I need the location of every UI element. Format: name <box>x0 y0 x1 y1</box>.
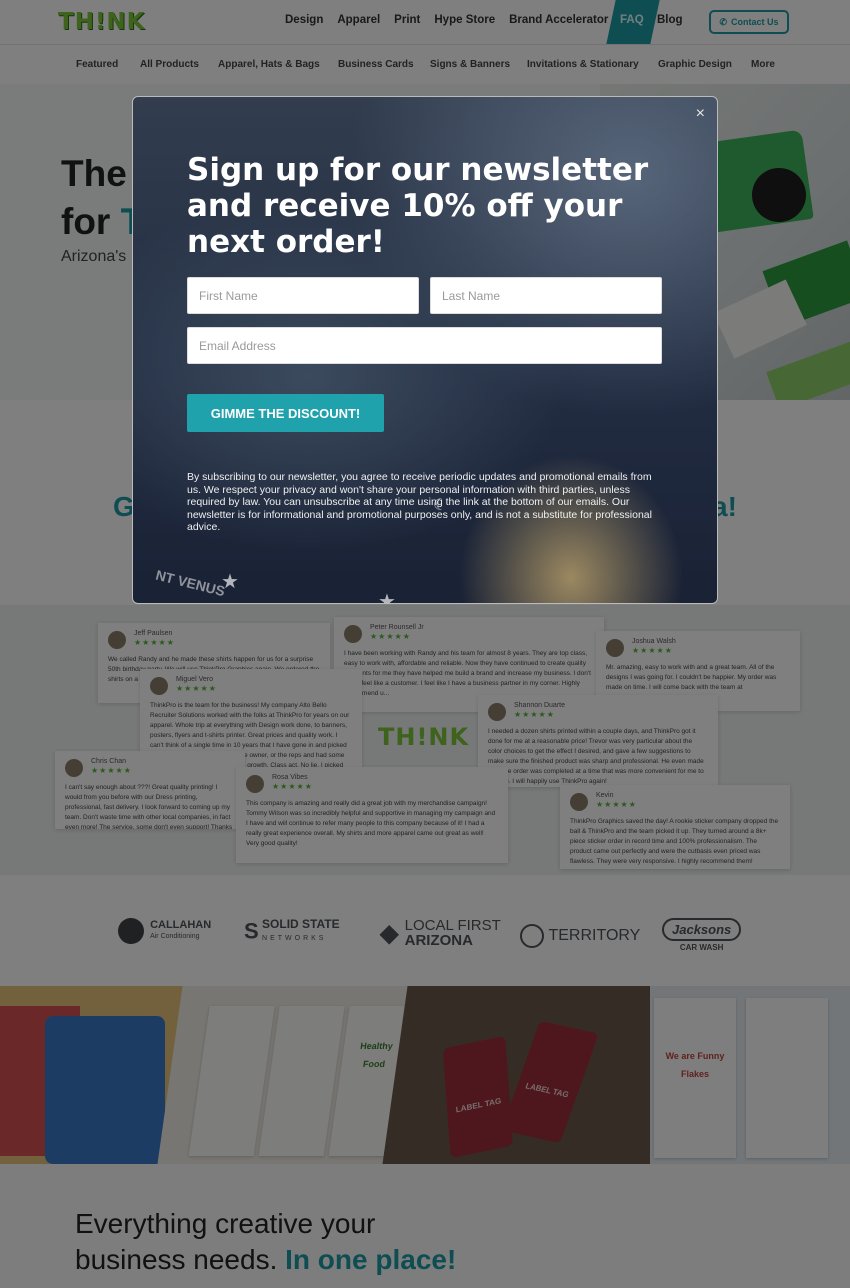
star-icon: ★ <box>221 571 239 593</box>
gimme-discount-button[interactable]: GIMME THE DISCOUNT! <box>187 394 384 432</box>
modal-title: Sign up for our newsletter and receive 1… <box>187 152 649 260</box>
last-name-field[interactable] <box>430 277 662 314</box>
newsletter-modal: NT VENUS ★ ★ ☾ × Sign up for our newslet… <box>132 96 718 604</box>
star-icon: ★ <box>378 591 396 604</box>
first-name-field[interactable] <box>187 277 419 314</box>
close-icon[interactable]: × <box>696 105 705 123</box>
newsletter-disclaimer: By subscribing to our newsletter, you ag… <box>187 471 652 533</box>
email-field[interactable] <box>187 327 662 364</box>
background-patch-text: NT VENUS <box>154 566 227 600</box>
